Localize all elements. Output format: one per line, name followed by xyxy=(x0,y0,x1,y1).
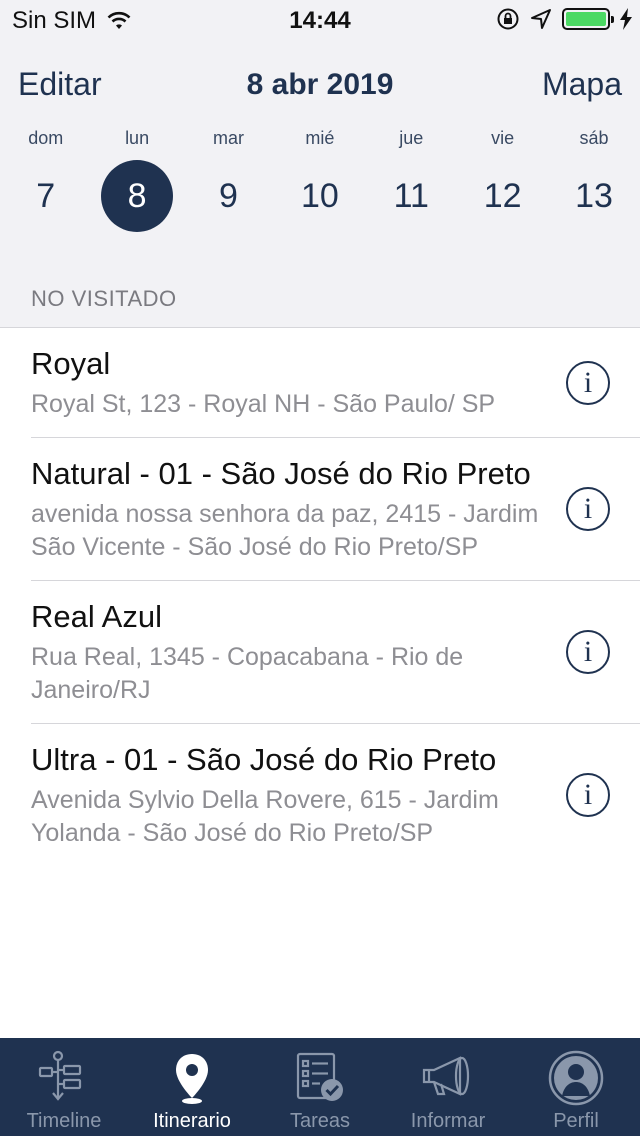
charging-bolt-icon xyxy=(620,8,632,30)
day-number: 7 xyxy=(36,177,56,215)
list-item[interactable]: Natural - 01 - São José do Rio Preto ave… xyxy=(31,438,640,581)
day-number: 12 xyxy=(483,177,522,215)
day-of-week: lun xyxy=(125,128,150,148)
battery-icon xyxy=(562,8,614,30)
location-pin-icon xyxy=(176,1054,208,1104)
day-of-week: mié xyxy=(305,128,335,148)
day-of-week: jue xyxy=(399,128,424,148)
day-number: 10 xyxy=(300,177,339,215)
megaphone-icon xyxy=(422,1056,470,1096)
orientation-lock-icon xyxy=(497,8,519,30)
tab-itinerario[interactable]: Itinerario xyxy=(128,1038,256,1136)
header-area: Sin SIM 14:44 Editar 8 abr 2019 Mapa dom… xyxy=(0,0,640,328)
day-wednesday[interactable]: mié 10 xyxy=(274,128,365,238)
tab-label: Timeline xyxy=(26,1110,102,1132)
day-saturday[interactable]: sáb 13 xyxy=(548,128,639,238)
day-sunday[interactable]: dom 7 xyxy=(0,128,91,238)
map-button[interactable]: Mapa xyxy=(542,66,622,103)
tab-label: Informar xyxy=(410,1110,486,1132)
day-of-week: dom xyxy=(28,128,64,148)
tab-label: Itinerario xyxy=(153,1110,231,1132)
day-of-week: sáb xyxy=(579,128,609,148)
store-address: avenida nossa senhora da paz, 2415 - Jar… xyxy=(31,500,539,561)
store-name: Real Azul xyxy=(31,599,162,634)
store-address: Royal St, 123 - Royal NH - São Paulo/ SP xyxy=(31,390,496,418)
day-of-week: vie xyxy=(491,128,515,148)
tab-bar: Timeline Itinerario Tareas Informar Perf… xyxy=(0,1038,640,1136)
list-item[interactable]: Royal Royal St, 123 - Royal NH - São Pau… xyxy=(31,328,640,438)
info-icon[interactable]: i xyxy=(566,487,610,531)
profile-icon xyxy=(548,1050,604,1106)
day-friday[interactable]: vie 12 xyxy=(457,128,548,238)
info-icon[interactable]: i xyxy=(566,630,610,674)
day-monday-selected[interactable]: lun 8 xyxy=(91,128,182,238)
timeline-icon xyxy=(38,1050,82,1101)
location-arrow-icon xyxy=(531,9,551,29)
info-icon[interactable]: i xyxy=(566,360,610,405)
store-name: Ultra - 01 - São José do Rio Preto xyxy=(31,742,497,777)
status-bar: Sin SIM 14:44 xyxy=(0,0,640,40)
day-number: 11 xyxy=(393,177,429,215)
store-name: Natural - 01 - São José do Rio Preto xyxy=(31,456,531,491)
nav-bar: Editar 8 abr 2019 Mapa xyxy=(0,62,640,110)
tab-perfil[interactable]: Perfil xyxy=(512,1038,640,1136)
list-item[interactable]: Ultra - 01 - São José do Rio Preto Aveni… xyxy=(31,724,640,866)
list-item[interactable]: Real Azul Rua Real, 1345 - Copacabana - … xyxy=(31,581,640,724)
status-right xyxy=(496,7,632,31)
day-of-week: mar xyxy=(212,128,244,148)
section-header: NO VISITADO xyxy=(31,286,177,311)
info-icon[interactable]: i xyxy=(566,773,610,817)
tab-informar[interactable]: Informar xyxy=(384,1038,512,1136)
task-checklist-icon xyxy=(296,1052,343,1101)
tab-timeline[interactable]: Timeline xyxy=(0,1038,128,1136)
store-list: Royal Royal St, 123 - Royal NH - São Pau… xyxy=(0,328,640,866)
tab-label: Perfil xyxy=(553,1110,599,1132)
store-address: Rua Real, 1345 - Copacabana - Rio de Jan… xyxy=(31,643,464,704)
week-selector: dom 7 lun 8 mar 9 mié 10 jue 11 vie 12 s… xyxy=(0,128,640,238)
day-number: 9 xyxy=(219,177,238,215)
day-tuesday[interactable]: mar 9 xyxy=(183,128,274,238)
store-name: Royal xyxy=(31,346,111,381)
tab-tareas[interactable]: Tareas xyxy=(256,1038,384,1136)
day-thursday[interactable]: jue 11 xyxy=(366,128,457,238)
battery-fill xyxy=(566,12,606,26)
store-address: Avenida Sylvio Della Rovere, 615 - Jardi… xyxy=(31,786,499,847)
tab-label: Tareas xyxy=(289,1110,351,1132)
day-number: 8 xyxy=(101,160,174,232)
day-number: 13 xyxy=(575,177,613,215)
